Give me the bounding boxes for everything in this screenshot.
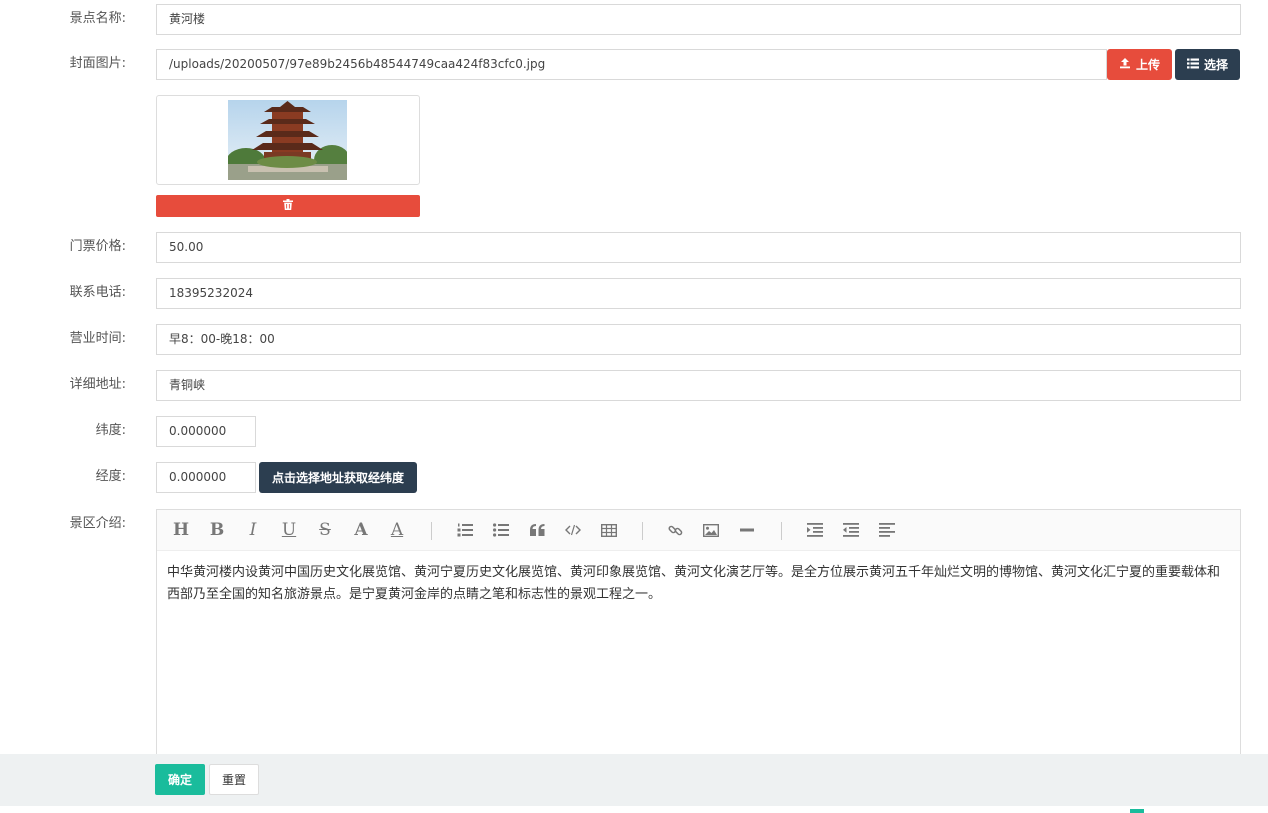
address-label: 详细地址: — [69, 377, 126, 392]
horizontal-rule-icon[interactable] — [736, 520, 758, 540]
outdent-icon[interactable] — [840, 520, 862, 540]
underline-button[interactable]: U — [278, 520, 300, 540]
latitude-input[interactable]: 0.000000 — [156, 416, 256, 447]
upload-icon — [1119, 57, 1131, 72]
strikethrough-button[interactable]: S — [314, 520, 336, 540]
intro-editor[interactable]: H B I U S A A 中华黄河楼内设黄河中国历史文化展览馆、黄河宁夏历史文… — [156, 509, 1241, 769]
cover-path-input[interactable]: /uploads/20200507/97e89b2456b48544749caa… — [156, 49, 1107, 80]
cover-label: 封面图片: — [69, 56, 126, 71]
choose-label: 选择 — [1203, 58, 1228, 72]
indent-icon[interactable] — [804, 520, 826, 540]
toolbar-separator — [431, 522, 432, 540]
price-label: 门票价格: — [69, 239, 126, 254]
toolbar-separator — [781, 522, 782, 540]
longitude-label: 经度: — [95, 469, 126, 484]
delete-image-button[interactable] — [156, 195, 420, 217]
heading-button[interactable]: H — [170, 520, 192, 540]
toolbar-separator — [642, 522, 643, 540]
list-icon — [1186, 58, 1199, 72]
image-icon[interactable] — [700, 520, 722, 540]
intro-label: 景区介绍: — [69, 516, 126, 531]
trash-icon — [283, 199, 293, 213]
longitude-input[interactable]: 0.000000 — [156, 462, 256, 493]
editor-toolbar: H B I U S A A — [157, 510, 1240, 551]
code-icon[interactable] — [562, 520, 584, 540]
align-left-icon[interactable] — [876, 520, 898, 540]
confirm-button[interactable]: 确定 — [155, 764, 205, 795]
pick-location-button[interactable]: 点击选择地址获取经纬度 — [259, 462, 417, 493]
link-icon[interactable] — [664, 520, 686, 540]
italic-button[interactable]: I — [242, 520, 264, 540]
editor-content[interactable]: 中华黄河楼内设黄河中国历史文化展览馆、黄河宁夏历史文化展览馆、黄河印象展览馆、黄… — [157, 551, 1240, 617]
phone-label: 联系电话: — [69, 285, 126, 300]
cover-preview — [156, 95, 420, 185]
latitude-label: 纬度: — [95, 423, 126, 438]
form-footer: 确定 重置 — [0, 754, 1268, 806]
choose-button[interactable]: 选择 — [1175, 49, 1240, 80]
upload-button[interactable]: 上传 — [1107, 49, 1172, 80]
font-size-button[interactable]: A — [350, 520, 372, 540]
name-input[interactable]: 黄河楼 — [156, 4, 1241, 35]
phone-input[interactable]: 18395232024 — [156, 278, 1241, 309]
form-page: 景点名称: 黄河楼 封面图片: /uploads/20200507/97e89b… — [0, 0, 1268, 813]
reset-button[interactable]: 重置 — [209, 764, 259, 795]
price-input[interactable]: 50.00 — [156, 232, 1241, 263]
bottom-indicator — [1130, 809, 1144, 813]
ordered-list-icon[interactable] — [454, 520, 476, 540]
font-color-button[interactable]: A — [386, 520, 408, 540]
cover-image — [228, 100, 347, 180]
unordered-list-icon[interactable] — [490, 520, 512, 540]
name-label: 景点名称: — [69, 11, 126, 26]
hours-label: 营业时间: — [69, 331, 126, 346]
table-icon[interactable] — [598, 520, 620, 540]
upload-label: 上传 — [1135, 58, 1160, 72]
quote-icon[interactable] — [526, 520, 548, 540]
hours-input[interactable]: 早8：00-晚18：00 — [156, 324, 1241, 355]
bold-button[interactable]: B — [206, 520, 228, 540]
address-input[interactable]: 青铜峡 — [156, 370, 1241, 401]
